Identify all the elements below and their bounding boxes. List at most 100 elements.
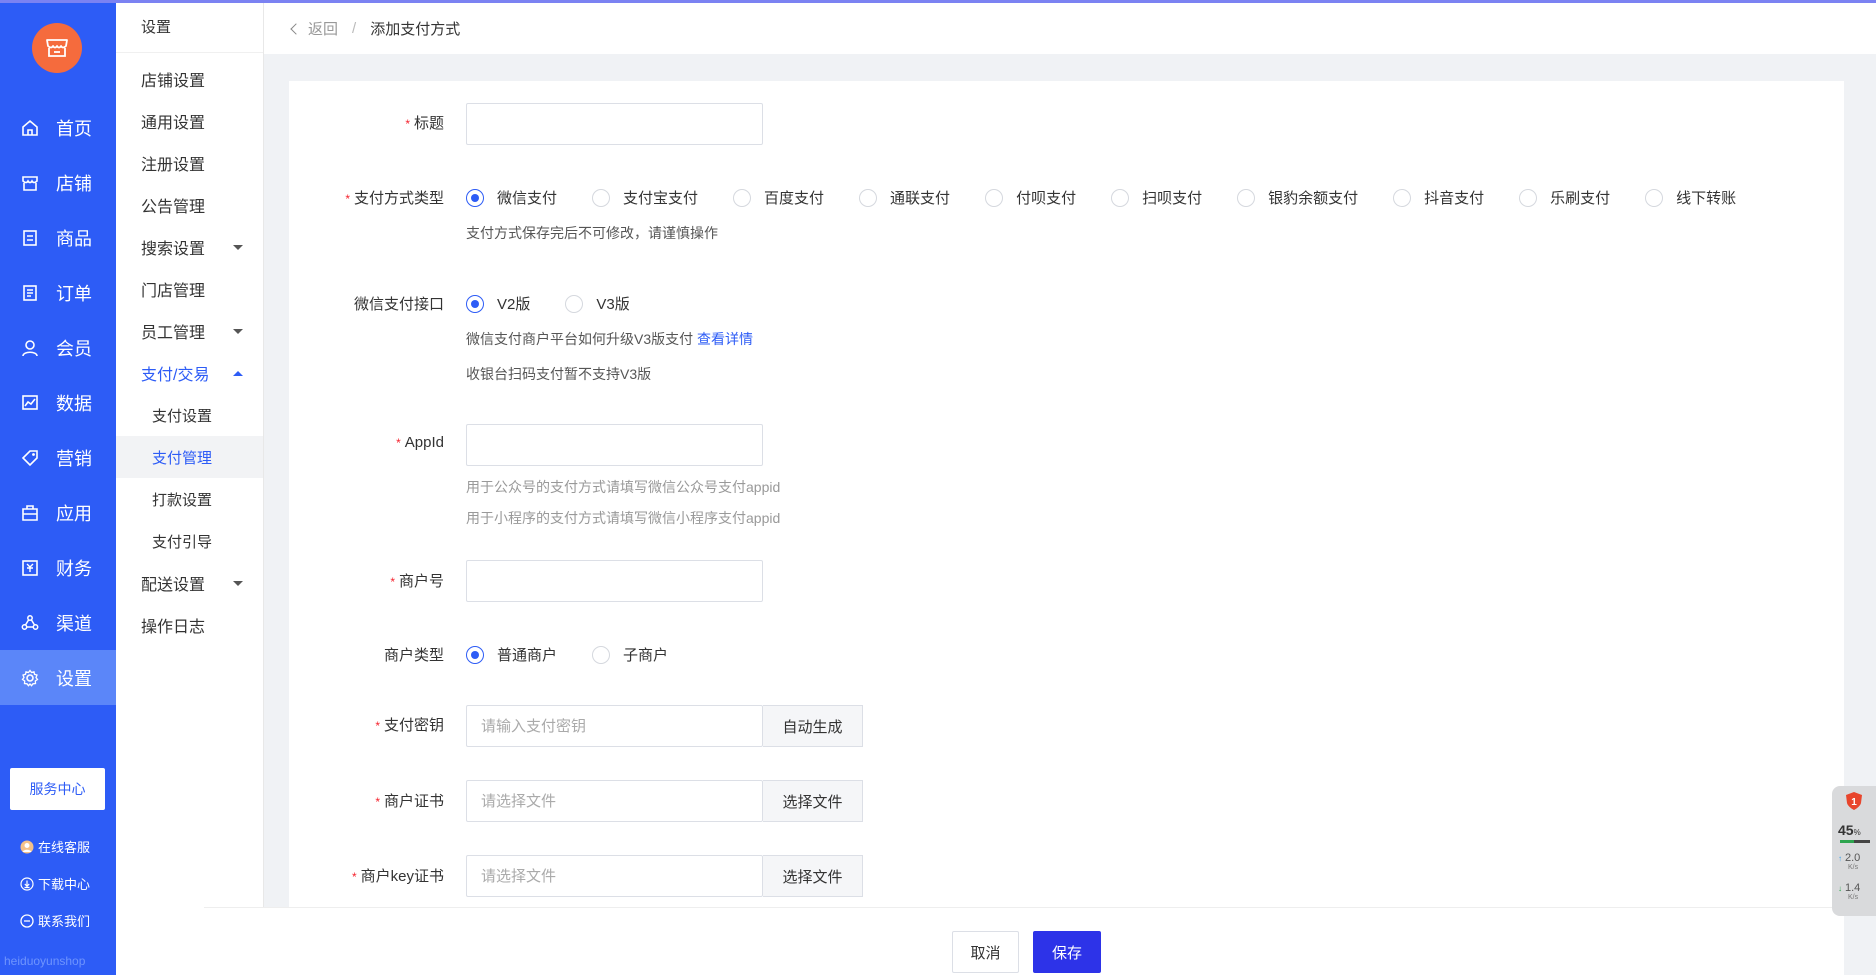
- sidebar-item-notice[interactable]: 公告管理: [116, 184, 263, 226]
- nav-marketing[interactable]: 营销: [0, 430, 116, 485]
- nav-channel[interactable]: 渠道: [0, 595, 116, 650]
- radio-icon: [1111, 188, 1130, 207]
- nav-label: 渠道: [56, 613, 92, 634]
- merchant-cert-input[interactable]: [466, 780, 763, 822]
- member-icon: [20, 338, 40, 358]
- pay-type-radio-group: 微信支付 支付宝支付 百度支付 通联支付 付呗支付 扫呗支付 银豹余额支付 抖音…: [466, 187, 1736, 208]
- pay-type-option-alipay[interactable]: 支付宝支付: [592, 187, 698, 208]
- pay-type-option-leshua[interactable]: 乐刷支付: [1519, 187, 1610, 208]
- channel-icon: [20, 613, 40, 633]
- sidebar-subitem-payment-manage[interactable]: 支付管理: [116, 436, 263, 478]
- sidebar-subitem-label: 支付引导: [152, 533, 213, 551]
- main-sidebar: 首页 店铺 商品 订单 会员 数据 营销 应用 财务 渠道 设置 服务中心 在线…: [0, 0, 116, 975]
- back-label: 返回: [308, 21, 339, 38]
- save-button[interactable]: 保存: [1033, 931, 1101, 973]
- sidebar-subitem-transfer-settings[interactable]: 打款设置: [116, 478, 263, 520]
- merchant-key-cert-label: * 商户key证书: [289, 865, 444, 886]
- required-mark: *: [375, 795, 380, 809]
- merchant-type-option-normal[interactable]: 普通商户: [466, 644, 557, 665]
- appid-label-text: AppId: [404, 434, 444, 451]
- wx-api-option-label: V2版: [497, 296, 531, 313]
- pay-type-option-label: 支付宝支付: [623, 190, 699, 207]
- title-input[interactable]: [466, 103, 763, 145]
- service-center-button[interactable]: 服务中心: [10, 768, 105, 810]
- sidebar-subitem-payment-guide[interactable]: 支付引导: [116, 520, 263, 562]
- nav-settings[interactable]: 设置: [0, 650, 116, 705]
- radio-icon: [565, 294, 584, 313]
- pay-type-option-fubei[interactable]: 付呗支付: [985, 187, 1076, 208]
- merchant-cert-choose-button[interactable]: 选择文件: [763, 780, 863, 822]
- pay-type-option-yinbao[interactable]: 银豹余额支付: [1237, 187, 1358, 208]
- download-speed-value: 1.4: [1845, 882, 1861, 894]
- sidebar-item-register-settings[interactable]: 注册设置: [116, 142, 263, 184]
- sidebar-item-shop-settings[interactable]: 店铺设置: [116, 58, 263, 100]
- wx-api-option-v2[interactable]: V2版: [466, 293, 530, 314]
- nav-label: 店铺: [56, 173, 92, 194]
- wx-api-help-2: 收银台扫码支付暂不支持V3版: [466, 366, 652, 382]
- memory-percent: 45%: [1838, 822, 1861, 838]
- pay-type-option-saobei[interactable]: 扫呗支付: [1111, 187, 1202, 208]
- logo[interactable]: [32, 23, 82, 73]
- download-center-link[interactable]: 下载中心: [20, 865, 116, 902]
- nav-app[interactable]: 应用: [0, 485, 116, 540]
- nav-label: 数据: [56, 393, 92, 414]
- pay-type-option-label: 抖音支付: [1424, 190, 1485, 207]
- merchant-key-cert-input[interactable]: [466, 855, 763, 897]
- sidebar-item-operation-log[interactable]: 操作日志: [116, 604, 263, 646]
- radio-checked-icon: [466, 645, 484, 664]
- pay-type-option-allinpay[interactable]: 通联支付: [859, 187, 950, 208]
- pay-type-option-wechat[interactable]: 微信支付: [466, 187, 557, 208]
- memory-bar-fill: [1840, 840, 1854, 843]
- nav-label: 营销: [56, 448, 92, 469]
- pay-secret-input[interactable]: [466, 705, 763, 747]
- merchant-key-cert-choose-button[interactable]: 选择文件: [763, 855, 863, 897]
- sidebar-item-general-settings[interactable]: 通用设置: [116, 100, 263, 142]
- nav-order[interactable]: 订单: [0, 265, 116, 320]
- pay-type-option-baidu[interactable]: 百度支付: [733, 187, 824, 208]
- wx-api-help-text: 微信支付商户平台如何升级V3版支付: [466, 331, 694, 347]
- wx-api-option-v3[interactable]: V3版: [565, 293, 630, 314]
- merchant-cert-label-text: 商户证书: [383, 793, 444, 810]
- cancel-button[interactable]: 取消: [952, 931, 1019, 973]
- sidebar-item-store-manage[interactable]: 门店管理: [116, 268, 263, 310]
- radio-icon: [859, 188, 878, 207]
- merchant-no-input[interactable]: [466, 560, 763, 602]
- radio-icon: [592, 645, 611, 664]
- back-link[interactable]: 返回: [290, 18, 339, 39]
- merchant-no-label: * 商户号: [289, 570, 444, 591]
- pay-type-option-label: 乐刷支付: [1550, 190, 1611, 207]
- sidebar-item-delivery-settings[interactable]: 配送设置: [116, 562, 263, 604]
- nav-shop[interactable]: 店铺: [0, 155, 116, 210]
- auto-generate-button[interactable]: 自动生成: [763, 705, 863, 747]
- pay-type-option-offline[interactable]: 线下转账: [1645, 187, 1736, 208]
- nav-member[interactable]: 会员: [0, 320, 116, 375]
- breadcrumb: 返回 / 添加支付方式: [264, 3, 1876, 54]
- system-monitor-widget[interactable]: 1 45% ↑ 2.0 K/s ↓ 1.4 K/s: [1832, 786, 1876, 916]
- contact-us-link[interactable]: 联系我们: [20, 902, 116, 939]
- pay-secret-label: * 支付密钥: [289, 714, 444, 735]
- sidebar-item-label: 注册设置: [141, 157, 206, 174]
- chevron-down-icon: [233, 244, 243, 250]
- shield-icon: 1: [1846, 792, 1862, 810]
- sidebar-subitem-label: 支付管理: [152, 449, 213, 467]
- main-nav-list: 首页 店铺 商品 订单 会员 数据 营销 应用 财务 渠道 设置: [0, 100, 116, 705]
- view-details-link[interactable]: 查看详情: [697, 331, 753, 347]
- sidebar-item-search-settings[interactable]: 搜索设置: [116, 226, 263, 268]
- nav-finance[interactable]: 财务: [0, 540, 116, 595]
- pay-type-option-label: 通联支付: [890, 190, 951, 207]
- chevron-up-icon: [233, 370, 243, 376]
- radio-icon: [733, 188, 752, 207]
- settings-sidebar-title: 设置: [116, 3, 263, 53]
- online-service-link[interactable]: 在线客服: [20, 828, 116, 865]
- pay-type-option-douyin[interactable]: 抖音支付: [1393, 187, 1484, 208]
- download-speed: ↓ 1.4 K/s: [1838, 882, 1860, 901]
- nav-data[interactable]: 数据: [0, 375, 116, 430]
- nav-home[interactable]: 首页: [0, 100, 116, 155]
- sidebar-subitem-payment-settings[interactable]: 支付设置: [116, 394, 263, 436]
- merchant-type-option-sub[interactable]: 子商户: [592, 644, 668, 665]
- sidebar-item-payment[interactable]: 支付/交易: [116, 352, 263, 394]
- chevron-down-icon: [233, 580, 243, 586]
- sidebar-item-staff-manage[interactable]: 员工管理: [116, 310, 263, 352]
- appid-input[interactable]: [466, 424, 763, 466]
- nav-goods[interactable]: 商品: [0, 210, 116, 265]
